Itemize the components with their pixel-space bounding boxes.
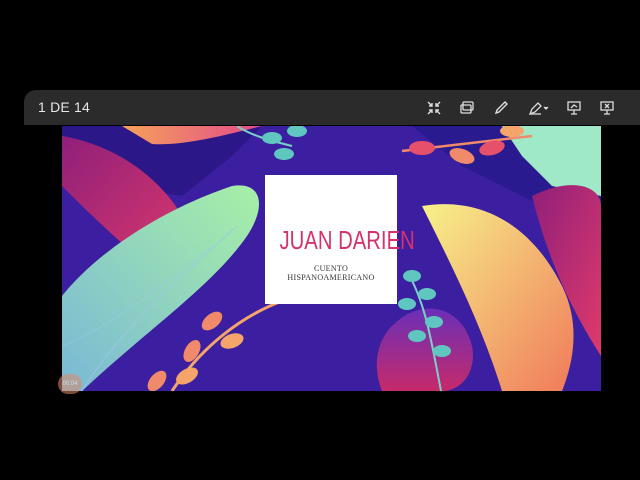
presentation-toolbar: 1 DE 14	[24, 90, 640, 125]
page-counter: 1 DE 14	[38, 99, 90, 115]
present-mode-icon[interactable]	[457, 98, 477, 118]
collapse-icon[interactable]	[424, 98, 444, 118]
title-card: JUAN DARIEN CUENTO HISPANOAMERICANO	[265, 175, 415, 304]
exit-presentation-icon[interactable]	[597, 98, 617, 118]
pen-icon[interactable]	[491, 98, 511, 118]
slide-canvas[interactable]: JUAN DARIEN CUENTO HISPANOAMERICANO	[62, 126, 601, 391]
timer-badge[interactable]: 00:04	[58, 374, 82, 394]
slide-subtitle: CUENTO HISPANOAMERICANO	[265, 264, 397, 282]
highlighter-dropdown-icon[interactable]	[526, 98, 552, 118]
slide-title: JUAN DARIEN	[279, 225, 415, 255]
presenter-view-icon[interactable]	[564, 98, 584, 118]
subtitle-line-2: HISPANOAMERICANO	[287, 273, 375, 282]
subtitle-line-1: CUENTO	[313, 264, 349, 273]
